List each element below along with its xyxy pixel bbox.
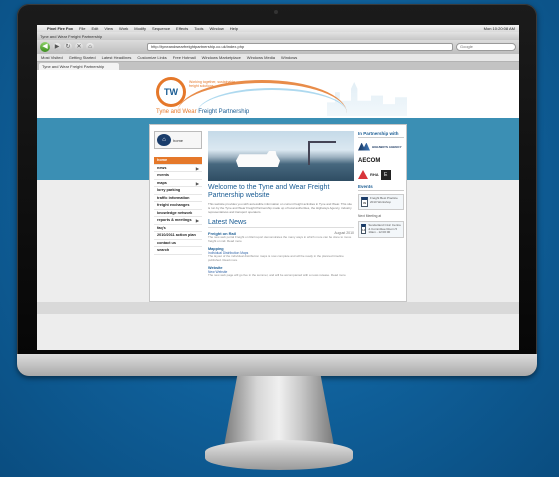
ferry-graphic (236, 151, 280, 167)
nav-item-maps[interactable]: maps ▶ (154, 180, 202, 187)
stop-button[interactable]: ✕ (75, 43, 83, 51)
site-title: Tyne and Wear Freight Partnership (156, 109, 249, 115)
next-meeting-label: Next Meeting at (358, 214, 382, 218)
browser-toolbar: ◀ ▶ ↻ ✕ ⌂ http://tyneandwearfreightpartn… (37, 40, 519, 54)
nav-item-faqs[interactable]: faq's (154, 225, 202, 232)
monitor-chin (17, 354, 537, 376)
highways-agency-text: HIGHWAYS AGENCY (372, 144, 402, 149)
camera (274, 10, 278, 14)
chevron-right-icon: ▶ (195, 165, 199, 171)
nav-item-lorry-parking[interactable]: lorry parking (154, 187, 202, 195)
nav-item-contact-us[interactable]: contact us (154, 240, 202, 247)
back-button[interactable]: ◀ (40, 42, 50, 52)
window-titlebar: Tyne and Wear Freight Partnership (37, 32, 519, 40)
events-heading: Events (358, 184, 404, 191)
home-box[interactable]: ⌂ home (154, 131, 202, 149)
calendar-icon: 09 (361, 197, 368, 207)
bookmark-item[interactable]: Latest Headlines (102, 55, 132, 60)
webpage: TW Working together, sustainable freight… (37, 70, 519, 350)
main-column: Welcome to the Tyne and Wear Freight Par… (208, 131, 354, 277)
latest-news-heading: Latest News (208, 219, 354, 229)
bookmark-item[interactable]: Getting Started (69, 55, 96, 60)
nav-item-knowledge-network[interactable]: knowledge network (154, 210, 202, 217)
nav-item-home[interactable]: home (154, 157, 202, 165)
left-nav: ⌂ home home news ▶ events maps ▶ lorry par… (154, 131, 202, 255)
partners-heading: In Partnership with (358, 131, 404, 138)
menu-item-file[interactable]: File (79, 26, 85, 31)
menu-item-work[interactable]: Work (119, 26, 128, 31)
hero-image (208, 131, 354, 181)
bookmark-item[interactable]: Free Hotmail (173, 55, 196, 60)
footer-band (37, 302, 519, 314)
site-tagline: Working together, sustainable freight so… (189, 80, 236, 88)
url-input[interactable]: http://tyneandwearfreightpartnership.co.… (147, 43, 453, 51)
nav-item-events[interactable]: events (154, 172, 202, 180)
bookmarks-bar: Most Visited Getting Started Latest Head… (37, 54, 519, 62)
bookmark-item[interactable]: Windows Media (247, 55, 275, 60)
bookmark-item[interactable]: Windows Marketplace (202, 55, 241, 60)
site-logo[interactable]: TW (156, 77, 186, 107)
partner-rha[interactable]: RHA E (358, 169, 404, 180)
browser-tab[interactable]: Tyne and Wear Freight Partnership (39, 63, 119, 70)
e-badge-icon: E (380, 169, 391, 180)
menu-item-view[interactable]: View (104, 26, 113, 31)
nav-item-freight-exchanges[interactable]: freight exchanges (154, 202, 202, 210)
meeting-item[interactable]: 14 Sunderland Civic Centre & Committee R… (358, 221, 404, 238)
aecom-logo: AECOM (358, 157, 381, 164)
home-box-label: home (173, 137, 184, 143)
chevron-right-icon: ▶ (195, 180, 199, 186)
menu-item-effects[interactable]: Effects (176, 26, 188, 31)
tab-bar: Tyne and Wear Freight Partnership (37, 62, 519, 70)
site-header: TW Working together, sustainable freight… (37, 70, 519, 118)
crane-graphic (308, 141, 336, 165)
menu-item-sequence[interactable]: Sequence (152, 26, 170, 31)
monitor-stand (224, 376, 334, 446)
calendar-icon: 14 (361, 224, 367, 234)
welcome-heading: Welcome to the Tyne and Wear Freight Par… (208, 184, 330, 199)
event-text: Freight Best Practice 2010 Workshop (370, 196, 398, 204)
monitor-stand-base (205, 440, 353, 470)
event-item[interactable]: 09 Freight Best Practice 2010 Workshop (358, 194, 404, 210)
content-panel: ⌂ home home news ▶ events maps ▶ lorry par… (149, 124, 407, 302)
menu-item-tools[interactable]: Tools (194, 26, 203, 31)
nav-item-news[interactable]: news ▶ (154, 165, 202, 172)
site-title-part2: Freight Partnership (198, 109, 250, 115)
highways-agency-logo-icon (358, 142, 370, 151)
website-body: The new web page will go live in the sum… (208, 272, 346, 277)
site-title-part1: Tyne and Wear (156, 109, 199, 115)
partner-aecom[interactable]: AECOM (358, 155, 404, 166)
partner-highways[interactable]: HIGHWAYS AGENCY (358, 141, 404, 152)
window-title: Tyne and Wear Freight Partnership (40, 33, 103, 39)
home-icon: ⌂ (157, 134, 171, 146)
menu-item-edit[interactable]: Edit (91, 26, 98, 31)
news-body: The new web portal Freight on Rail repor… (208, 235, 352, 244)
menu-item-modify[interactable]: Modify (134, 26, 146, 31)
right-column: In Partnership with HIGHWAYS AGENCY AECO… (358, 131, 404, 238)
bookmark-item[interactable]: Customize Links (137, 55, 166, 60)
nav-item-search[interactable]: search (154, 247, 202, 255)
bookmark-item[interactable]: Most Visited (41, 55, 63, 60)
screen: Pixel Fire Fox File Edit View Work Modif… (37, 25, 519, 350)
mapping-body: The layout of the individual distributio… (208, 253, 344, 262)
meeting-text: Sunderland Civic Centre & Committee Room… (368, 223, 401, 234)
rha-text: RHA (370, 172, 379, 177)
clock: Mon 10:20:08 AM (483, 26, 515, 31)
intro-text: This website provides you with accessibl… (208, 202, 352, 214)
nav-item-traffic-information[interactable]: traffic information (154, 195, 202, 202)
menu-item-app[interactable]: Pixel Fire Fox (47, 26, 73, 31)
monitor: Pixel Fire Fox File Edit View Work Modif… (17, 4, 537, 376)
search-input[interactable]: Google (456, 43, 516, 51)
nav-list: home news ▶ events maps ▶ lorry parking tr… (154, 157, 202, 255)
home-button[interactable]: ⌂ (86, 43, 94, 51)
menu-item-help[interactable]: Help (230, 26, 238, 31)
menu-item-window[interactable]: Window (210, 26, 224, 31)
forward-button[interactable]: ▶ (53, 43, 61, 51)
system-menubar: Pixel Fire Fox File Edit View Work Modif… (37, 25, 519, 32)
bookmark-item[interactable]: Windows (281, 55, 297, 60)
nav-item-reports-meetings[interactable]: reports & meetings ▶ (154, 217, 202, 225)
nav-item-action-plan[interactable]: 2010/2011 action plan (154, 232, 202, 240)
chevron-right-icon: ▶ (195, 218, 199, 223)
reload-button[interactable]: ↻ (64, 43, 72, 51)
rha-logo-icon (358, 170, 368, 179)
